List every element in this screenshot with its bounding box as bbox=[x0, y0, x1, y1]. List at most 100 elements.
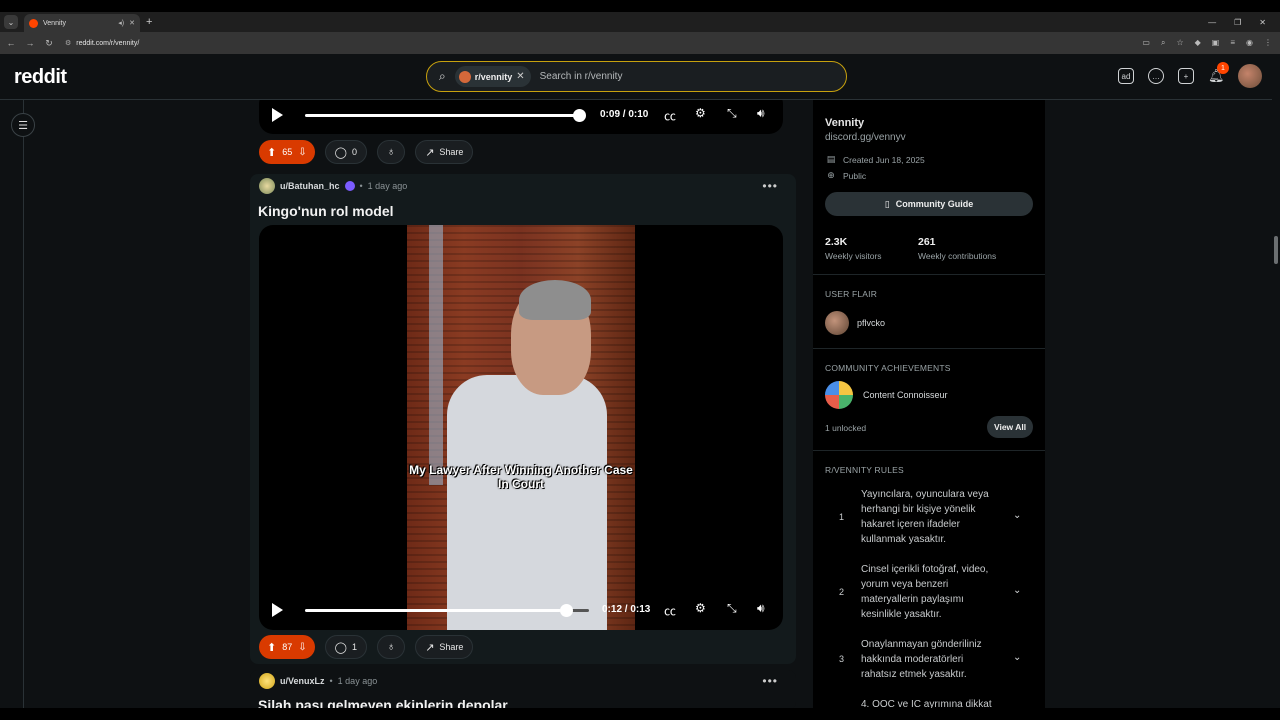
achievement-row[interactable]: Content Connoisseur bbox=[825, 381, 948, 409]
award-button[interactable]: ♁ bbox=[376, 140, 406, 164]
downvote-icon[interactable]: ⇩ bbox=[298, 642, 306, 653]
reddit-logo[interactable]: reddit bbox=[14, 66, 67, 89]
upvote-icon[interactable]: ⬆ bbox=[267, 641, 276, 654]
progress-track[interactable] bbox=[305, 114, 581, 117]
rule-item[interactable]: 4. OOC ve IC ayrımına dikkat bbox=[825, 697, 1033, 708]
create-post-icon[interactable]: + bbox=[1178, 68, 1194, 84]
search-input[interactable]: Search in r/vennity bbox=[540, 71, 623, 82]
new-tab-button[interactable]: + bbox=[146, 16, 152, 28]
visibility-label: Public bbox=[843, 170, 867, 181]
author-avatar[interactable] bbox=[259, 673, 275, 689]
award-button[interactable]: ♁ bbox=[376, 635, 406, 659]
upvote-icon[interactable]: ⬆ bbox=[267, 146, 276, 159]
speaker-icon[interactable]: ◂) bbox=[118, 19, 124, 27]
media-icon[interactable]: ≡ bbox=[1230, 38, 1235, 48]
meta-separator: • bbox=[329, 676, 333, 686]
expand-nav-button[interactable]: ☰ bbox=[11, 113, 35, 137]
comments-button[interactable]: ◯ 1 bbox=[324, 635, 367, 659]
chevron-down-icon[interactable]: ⌄ bbox=[1013, 510, 1021, 521]
bookmark-star-icon[interactable]: ☆ bbox=[1176, 38, 1183, 48]
post-card[interactable]: u/VenuxLz • 1 day ago ••• Silah pası gel… bbox=[250, 670, 796, 708]
post-card[interactable]: u/Batuhan_hc • 1 day ago ••• Kingo'nun r… bbox=[250, 174, 796, 664]
zoom-icon[interactable]: ⌕ bbox=[1161, 38, 1165, 48]
tab-search-button[interactable]: ⌄ bbox=[4, 15, 18, 29]
video-player-top[interactable]: 0:09 / 0:10 ㏄ ⚙ ⤡ 🔊︎ bbox=[259, 100, 783, 134]
achievements-heading: COMMUNITY ACHIEVEMENTS bbox=[825, 363, 951, 373]
chip-close-icon[interactable]: ✕ bbox=[516, 71, 524, 82]
minimize-icon[interactable]: — bbox=[1208, 18, 1216, 27]
comment-icon: ◯ bbox=[334, 146, 347, 159]
comment-count: 1 bbox=[351, 642, 357, 652]
play-icon[interactable] bbox=[272, 603, 283, 617]
share-label: Share bbox=[439, 147, 464, 157]
volume-icon[interactable]: 🔊︎ bbox=[757, 601, 765, 616]
settings-gear-icon[interactable]: ⚙ bbox=[695, 601, 706, 615]
extension-icon[interactable]: ◆ bbox=[1195, 38, 1201, 48]
progress-knob[interactable] bbox=[560, 604, 573, 617]
page-scrollbar[interactable] bbox=[1272, 54, 1280, 708]
window-strip bbox=[429, 225, 443, 485]
divider bbox=[813, 348, 1045, 349]
rule-item[interactable]: 1 Yayıncılara, oyunculara veya herhangi … bbox=[825, 486, 1033, 550]
chat-icon[interactable]: … bbox=[1148, 68, 1164, 84]
forward-icon[interactable]: → bbox=[22, 38, 38, 48]
community-guide-button[interactable]: ▯ Community Guide bbox=[825, 192, 1033, 216]
back-icon[interactable]: ← bbox=[3, 38, 19, 48]
fullscreen-icon[interactable]: ⤡ bbox=[727, 106, 737, 121]
captions-icon[interactable]: ㏄ bbox=[664, 107, 676, 124]
comment-count: 0 bbox=[351, 147, 357, 157]
more-options-icon[interactable]: ••• bbox=[762, 179, 778, 193]
vote-count: 87 bbox=[282, 642, 293, 652]
author-name[interactable]: u/VenuxLz bbox=[280, 676, 325, 686]
cast-icon[interactable]: ▭ bbox=[1142, 38, 1150, 48]
video-caption: My Lawyer After Winning Another Case In … bbox=[409, 463, 633, 491]
close-tab-icon[interactable]: ✕ bbox=[129, 19, 135, 27]
post-title[interactable]: Kingo'nun rol model bbox=[258, 203, 394, 219]
site-info-icon[interactable]: ⚙ bbox=[65, 39, 71, 47]
fullscreen-icon[interactable]: ⤡ bbox=[727, 601, 737, 616]
user-avatar[interactable] bbox=[1238, 64, 1262, 88]
more-options-icon[interactable]: ••• bbox=[762, 674, 778, 688]
view-all-button[interactable]: View All bbox=[987, 416, 1033, 438]
search-bar[interactable]: ⌕ r/vennity ✕ Search in r/vennity bbox=[426, 61, 847, 92]
video-player[interactable]: My Lawyer After Winning Another Case In … bbox=[259, 225, 783, 630]
address-bar[interactable]: ⚙ reddit.com/r/vennity/ bbox=[65, 39, 139, 48]
scrollbar-thumb[interactable] bbox=[1274, 236, 1278, 264]
volume-icon[interactable]: 🔊︎ bbox=[757, 106, 765, 121]
close-window-icon[interactable]: ✕ bbox=[1259, 18, 1266, 27]
rule-item[interactable]: 2 Cinsel içerikli fotoğraf, video, yorum… bbox=[825, 561, 1033, 625]
comment-icon: ◯ bbox=[334, 641, 347, 654]
post-title[interactable]: Silah pası gelmeyen ekiplerin depolar bbox=[258, 697, 508, 708]
share-button[interactable]: ↗ Share bbox=[415, 140, 474, 164]
play-icon[interactable] bbox=[272, 108, 283, 122]
flair-name: pflvcko bbox=[857, 318, 886, 328]
notifications-bell-icon[interactable]: 🔔︎ 1 bbox=[1208, 62, 1229, 84]
header-actions: ad … + 🔔︎ 1 bbox=[1118, 62, 1262, 88]
guide-label: Community Guide bbox=[895, 199, 974, 209]
settings-gear-icon[interactable]: ⚙ bbox=[695, 106, 706, 120]
community-link[interactable]: discord.gg/vennyv bbox=[825, 132, 906, 143]
browser-menu-icon[interactable]: ⋮ bbox=[1264, 38, 1272, 48]
author-avatar[interactable] bbox=[259, 178, 275, 194]
advertise-icon[interactable]: ad bbox=[1118, 68, 1134, 84]
chevron-down-icon[interactable]: ⌄ bbox=[1013, 652, 1021, 663]
rule-text: 4. OOC ve IC ayrımına dikkat bbox=[861, 699, 992, 708]
progress-track[interactable] bbox=[305, 609, 561, 612]
subreddit-search-chip[interactable]: r/vennity ✕ bbox=[454, 66, 531, 87]
author-name[interactable]: u/Batuhan_hc bbox=[280, 181, 340, 191]
profile-icon[interactable]: ◉ bbox=[1246, 38, 1253, 48]
user-flair-row[interactable]: pflvcko bbox=[825, 311, 885, 335]
share-button[interactable]: ↗ Share bbox=[415, 635, 474, 659]
puzzle-icon[interactable]: ▣ bbox=[1212, 38, 1220, 48]
progress-knob[interactable] bbox=[573, 109, 586, 122]
restore-icon[interactable]: ❐ bbox=[1234, 18, 1241, 27]
downvote-icon[interactable]: ⇩ bbox=[298, 147, 306, 158]
rule-item[interactable]: 3 Onaylanmayan gönderiliniz hakkında mod… bbox=[825, 636, 1033, 684]
comments-button[interactable]: ◯ 0 bbox=[324, 140, 367, 164]
reload-icon[interactable]: ↻ bbox=[41, 38, 57, 49]
chevron-down-icon[interactable]: ⌄ bbox=[1013, 585, 1021, 596]
rule-text: Yayıncılara, oyunculara veya herhangi bi… bbox=[861, 489, 989, 545]
browser-tab-active[interactable]: Vennity ◂) ✕ bbox=[24, 14, 140, 32]
captions-icon[interactable]: ㏄ bbox=[664, 602, 676, 619]
visibility-row: ⊕ Public bbox=[825, 170, 866, 181]
